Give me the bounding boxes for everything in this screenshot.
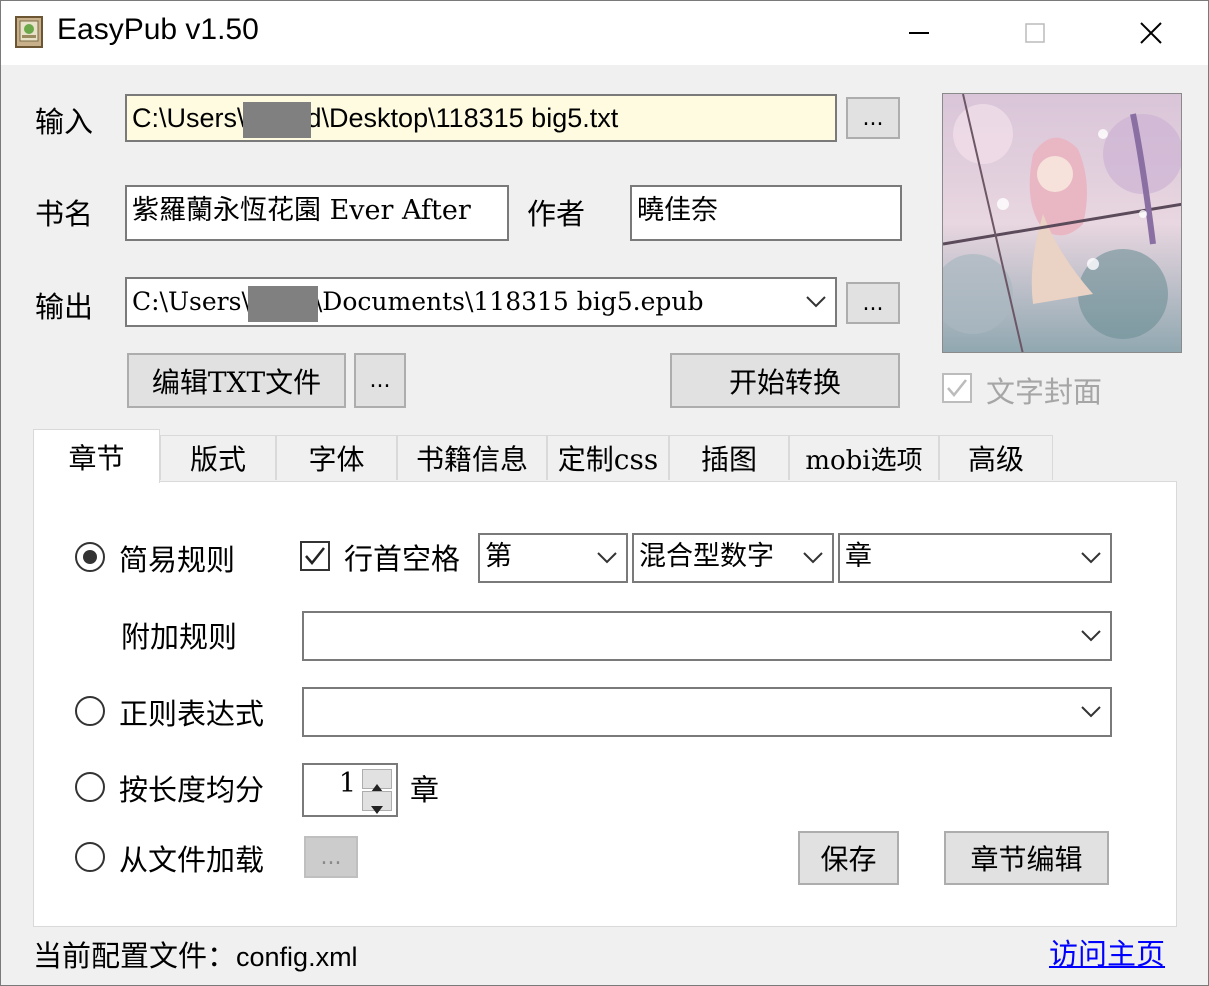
- tab-custom-css[interactable]: 定制css: [547, 435, 669, 480]
- output-path-suffix: \Documents\118315 big5.epub: [313, 287, 704, 316]
- leading-space-checkbox[interactable]: [300, 541, 330, 571]
- chevron-down-icon: [803, 552, 823, 564]
- input-path-suffix: d\Desktop\118315 big5.txt: [306, 103, 619, 133]
- number-type-select[interactable]: 混合型数字: [632, 533, 834, 583]
- chapter-edit-button[interactable]: 章节编辑: [944, 831, 1109, 885]
- window-title: EasyPub v1.50: [57, 13, 259, 46]
- tab-illustration[interactable]: 插图: [669, 435, 789, 480]
- spin-down-button[interactable]: [362, 791, 392, 814]
- config-label: 当前配置文件：: [33, 939, 237, 973]
- checkmark-icon: [947, 379, 967, 397]
- maximize-icon: [1025, 23, 1045, 43]
- edit-txt-button[interactable]: 编辑TXT文件: [127, 353, 346, 408]
- chevron-down-icon: [597, 552, 617, 564]
- chapter-prefix-value: 第: [485, 541, 512, 572]
- output-browse-button[interactable]: ...: [846, 282, 900, 324]
- start-convert-button[interactable]: 开始转换: [670, 353, 900, 408]
- author-label: 作者: [527, 197, 586, 231]
- input-path-prefix: C:\Users\: [132, 103, 245, 133]
- chevron-down-icon: [1081, 552, 1101, 564]
- book-title-field[interactable]: 紫羅蘭永恆花園 Ever After: [125, 185, 509, 241]
- extra-rule-label: 附加规则: [121, 620, 238, 654]
- input-label: 输入: [35, 105, 94, 139]
- tab-advanced[interactable]: 高级: [939, 435, 1053, 480]
- config-file-name: config.xml: [236, 942, 358, 972]
- cover-illustration: [943, 94, 1181, 352]
- chapter-prefix-select[interactable]: 第: [478, 533, 628, 583]
- extra-rule-select[interactable]: [302, 611, 1112, 661]
- edit-more-button[interactable]: ...: [354, 353, 406, 408]
- minimize-button[interactable]: [861, 1, 977, 65]
- tab-book-info[interactable]: 书籍信息: [397, 435, 547, 480]
- chevron-down-icon: [1081, 630, 1101, 642]
- tab-layout[interactable]: 版式: [160, 435, 276, 480]
- save-button[interactable]: 保存: [798, 831, 899, 885]
- close-button[interactable]: [1093, 1, 1208, 65]
- leading-space-label: 行首空格: [344, 542, 461, 576]
- title-bar: EasyPub v1.50: [1, 1, 1208, 65]
- simple-rule-radio[interactable]: [75, 542, 105, 572]
- checkmark-icon: [305, 547, 325, 565]
- text-cover-label: 文字封面: [986, 375, 1103, 409]
- spin-up-button[interactable]: [362, 769, 392, 792]
- split-length-label: 按长度均分: [119, 773, 265, 807]
- chevron-down-icon: [1081, 706, 1101, 718]
- chapter-suffix-value: 章: [845, 541, 872, 572]
- chevron-down-icon: [806, 296, 826, 308]
- split-unit-label: 章: [410, 773, 440, 807]
- output-path-prefix: C:\Users\: [132, 287, 250, 316]
- load-file-radio[interactable]: [75, 842, 105, 872]
- redacted-username: [247, 285, 318, 322]
- regex-radio[interactable]: [75, 696, 105, 726]
- chapter-suffix-select[interactable]: 章: [838, 533, 1112, 583]
- config-file-status: 当前配置文件：config.xml: [33, 933, 358, 975]
- output-path-select[interactable]: C:\Users\ \Documents\118315 big5.epub: [125, 277, 837, 327]
- regex-label: 正则表达式: [119, 697, 265, 731]
- author-field[interactable]: 曉佳奈: [630, 185, 902, 241]
- book-app-icon: [13, 15, 47, 49]
- maximize-button[interactable]: [977, 1, 1093, 65]
- input-browse-button[interactable]: ...: [846, 97, 900, 139]
- number-type-value: 混合型数字: [639, 541, 774, 572]
- text-cover-checkbox[interactable]: [942, 373, 972, 403]
- regex-select[interactable]: [302, 687, 1112, 737]
- split-count-value: 1: [338, 768, 356, 799]
- simple-rule-label: 简易规则: [119, 543, 236, 577]
- tab-chapter[interactable]: 章节: [33, 429, 160, 483]
- minimize-icon: [909, 32, 929, 34]
- redacted-username: [242, 101, 311, 138]
- load-file-label: 从文件加载: [119, 843, 265, 877]
- title-label: 书名: [35, 197, 94, 231]
- input-path-field[interactable]: C:\Users\ d\Desktop\118315 big5.txt: [125, 94, 837, 142]
- easypub-window: EasyPub v1.50 输入 C:\Users\ d\Desktop\1183…: [0, 0, 1209, 986]
- cover-image[interactable]: [942, 93, 1182, 353]
- load-file-browse-button[interactable]: ...: [304, 836, 358, 878]
- tab-mobi-options[interactable]: mobi选项: [789, 435, 939, 480]
- tab-font[interactable]: 字体: [276, 435, 397, 480]
- triangle-down-icon: [371, 806, 383, 814]
- split-length-radio[interactable]: [75, 772, 105, 802]
- close-icon: [1140, 22, 1162, 44]
- visit-homepage-link[interactable]: 访问主页: [1049, 931, 1165, 973]
- output-label: 输出: [35, 290, 94, 324]
- split-count-spinner[interactable]: 1: [302, 763, 398, 817]
